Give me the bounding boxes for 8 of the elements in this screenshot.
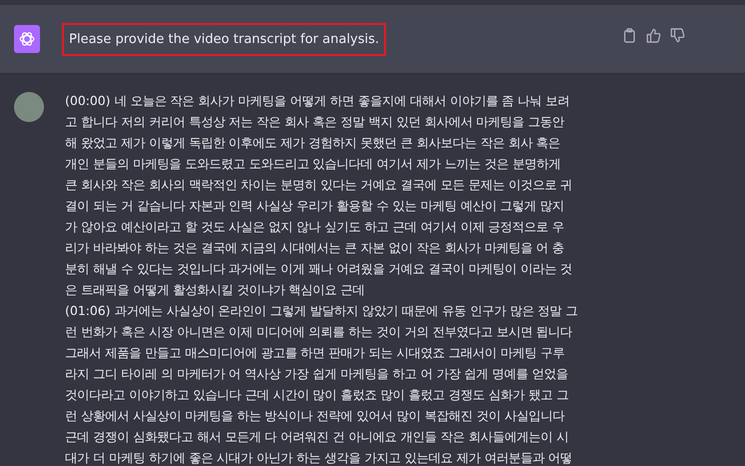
assistant-message: Please provide the video transcript for analysis.: [62, 22, 386, 56]
transcript-paragraph: (01:06) 과거에는 사실상이 온라인이 그렇게 발달하지 않았기 때문에 유동 인구가 많은 정말 그 런 번화가 혹은 시장 아니면은 이제 미디어에 의뢰를 하는 것이 거의 전부였다고 보시면 됩니다 그래서 제품을 만들고 매스미디어에 광고를 하면 판매가 되는 시대였죠 그래서이 마케팅 구루 라지 그디 타이레 의 마케터가 어 역사상 가장 쉽게 마케팅을 하고 어 가장 쉽게 명예를 얻었을 것이다라고 이야기하고 있습니다 근데 시간이 많이 흘렀죠 많이 흘렀고 경쟁도 심화가 됐고 그 런 상황에서 사실상이 마케팅을 하는 방식이나 전략에 있어서 많이 복잡해진 것이 사실입니다 근데 경쟁이 심화됐다고 해서 모든게 다 어려워진 건 아니에요 개인들 작은 회사들에게는이 시 대가 더 마케팅 하기에 좋은 시대가 아닌가 하는 생각을 가지고 있는데요 제가 여러분들과 어떻: [65, 302, 578, 466]
transcript-paragraph: (00:00) 네 오늘은 작은 회사가 마케팅을 어떻게 하면 좋을지에 대해서 이야기를 좀 나눠 보려 고 합니다 저의 커리어 특성상 저는 작은 회사 혹은 정말 백지 있던 회사에서 마케팅을 그동안 해 왔었고 제가 이렇게 독립한 이후에도 제가 경험하지 못했던 큰 회사보다는 작은 회사 혹은 개인 분들의 마케팅을 도와드렸고 도와드리고 있습니다데 여기서 제가 느끼는 것은 분명하게 큰 회사와 작은 회사의 맥락적인 차이는 분명히 있다는 거예요 결국에 모든 문제는 이것으로 귀 결이 되는 거 같습니다 자본과 인력 사실상 우리가 활용할 수 있는 마케팅 예산이 그렇게 많지 가 않아요 예산이라고 할 것도 사실은 없지 않나 싶기도 하고 근데 여기서 이제 긍정적으로 우 리가 바라봐야 하는 것은 결국에 지금의 시대에서는 큰 자본 없이 작은 회사가 마케팅을 어 충 분히 해낼 수 있다는 것입니다 과거에는 이게 꽤나 어려웠을 거예요 결국이 마케팅이 이라는 것 은 트래픽을 어떻게 활성화시킬 것이냐가 핵심이요 근데: [65, 92, 574, 299]
thumbs-up-icon[interactable]: [646, 28, 661, 42]
clipboard-icon[interactable]: [622, 28, 637, 42]
thumbs-down-icon[interactable]: [670, 28, 685, 42]
knot-logo-icon: [18, 30, 36, 48]
user-avatar: [14, 92, 44, 122]
